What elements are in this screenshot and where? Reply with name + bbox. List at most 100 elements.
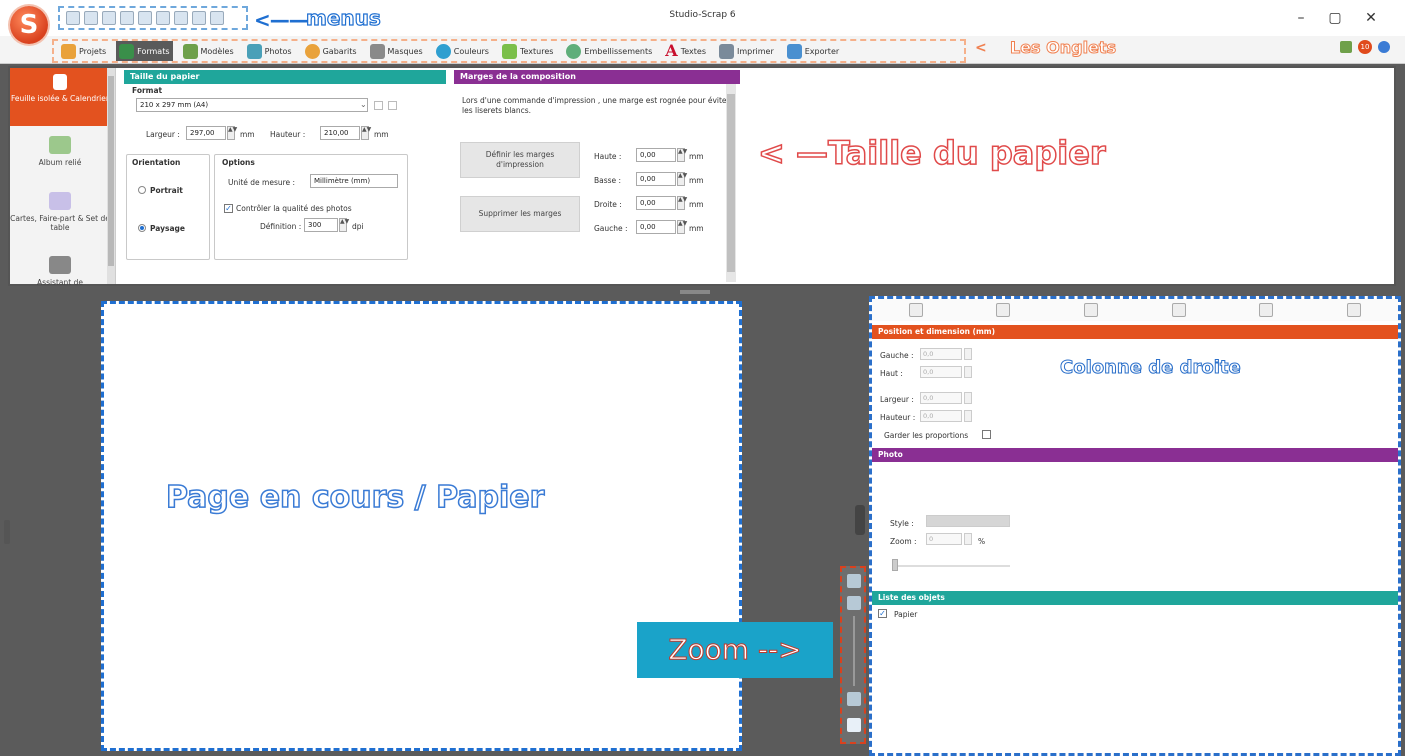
tab-gabarits[interactable]: Gabarits xyxy=(302,41,360,61)
templates-icon xyxy=(304,43,320,59)
tab-textes[interactable]: A Textes xyxy=(662,41,709,61)
tab-photos[interactable]: Photos xyxy=(244,41,295,61)
chevron-down-icon[interactable]: ⌄ xyxy=(360,100,367,109)
nav-scrollbar[interactable] xyxy=(107,68,115,284)
margin-top-spinner[interactable]: ▲▼ xyxy=(677,148,687,162)
current-page-canvas[interactable] xyxy=(101,301,742,751)
height-unit: mm xyxy=(374,130,389,139)
tab-imprimer[interactable]: Imprimer xyxy=(716,41,777,61)
zoom-in-icon[interactable] xyxy=(847,596,861,610)
height-spinner[interactable]: ▲▼ xyxy=(361,126,371,140)
ribbon-scroll-thumb[interactable] xyxy=(727,94,735,272)
help-icon[interactable] xyxy=(1378,41,1390,53)
pen-icon[interactable] xyxy=(996,303,1011,317)
height-label: Hauteur : xyxy=(270,130,306,139)
shape-icon[interactable] xyxy=(1084,303,1099,317)
tab-masques[interactable]: Masques xyxy=(367,41,426,61)
gift-icon[interactable] xyxy=(1340,41,1352,53)
margin-left-input[interactable]: 0,00 xyxy=(636,220,676,234)
width-input[interactable]: 297,00 xyxy=(186,126,226,140)
definition-spinner[interactable]: ▲▼ xyxy=(339,218,349,232)
landscape-radio[interactable] xyxy=(138,224,146,232)
nav-label: Album relié xyxy=(38,158,82,167)
nav-label: Feuille isolée & Calendrier xyxy=(11,94,109,103)
pos-height-input[interactable]: 0,0 xyxy=(920,410,962,422)
definition-label: Définition : xyxy=(260,222,302,231)
nav-scroll-thumb[interactable] xyxy=(108,76,114,266)
photo-header[interactable]: Photo xyxy=(872,448,1398,462)
width-spinner[interactable]: ▲▼ xyxy=(227,126,237,140)
photo-zoom-input[interactable]: 0 xyxy=(926,533,962,545)
embellishments-icon xyxy=(566,43,582,59)
pos-left-label: Gauche : xyxy=(880,351,914,360)
fit-page-icon[interactable] xyxy=(847,574,861,588)
definition-input[interactable]: 300 xyxy=(304,218,338,232)
style-select[interactable] xyxy=(926,515,1010,527)
margin-right-spinner[interactable]: ▲▼ xyxy=(677,196,687,210)
pos-left-input[interactable]: 0,0 xyxy=(920,348,962,360)
pos-height-spinner[interactable] xyxy=(964,410,972,422)
paper-size-section: Taille du papier Format 210 x 297 mm (A4… xyxy=(124,70,446,282)
tab-projets[interactable]: Projets xyxy=(58,41,109,61)
margin-bottom-spinner[interactable]: ▲▼ xyxy=(677,172,687,186)
pos-top-input[interactable]: 0,0 xyxy=(920,366,962,378)
zoom-out-icon[interactable] xyxy=(847,692,861,706)
margin-right-input[interactable]: 0,00 xyxy=(636,196,676,210)
left-panel-handle[interactable] xyxy=(4,520,10,544)
objects-header[interactable]: Liste des objets xyxy=(872,591,1398,605)
tab-embellissements[interactable]: Embellissements xyxy=(563,41,655,61)
top-right-icons: 10 xyxy=(1340,40,1390,54)
app-logo-icon[interactable]: S xyxy=(10,6,48,44)
tab-modeles[interactable]: Modèles xyxy=(180,41,237,61)
tab-couleurs[interactable]: Couleurs xyxy=(433,41,492,61)
height-input[interactable]: 210,00 xyxy=(320,126,360,140)
layers-icon[interactable] xyxy=(1171,303,1186,317)
add-format-icon[interactable] xyxy=(374,101,383,110)
object-item-papier[interactable]: Papier xyxy=(894,610,917,619)
margin-bottom-input[interactable]: 0,00 xyxy=(636,172,676,186)
rotate-icon[interactable] xyxy=(908,303,923,317)
ribbon-scrollbar[interactable] xyxy=(726,84,736,282)
photo-zoom-thumb[interactable] xyxy=(892,559,898,571)
margin-top-input[interactable]: 0,00 xyxy=(636,148,676,162)
photo-zoom-spinner[interactable] xyxy=(964,533,972,545)
actual-size-icon[interactable] xyxy=(847,718,861,732)
object-checkbox[interactable]: ✓ xyxy=(878,609,887,618)
notification-badge[interactable]: 10 xyxy=(1358,40,1372,54)
quality-checkbox[interactable]: ✓ xyxy=(224,204,233,213)
pos-left-spinner[interactable] xyxy=(964,348,972,360)
tab-textures[interactable]: Textures xyxy=(499,41,556,61)
delete-format-icon[interactable] xyxy=(388,101,397,110)
panel-splitter[interactable] xyxy=(680,290,710,294)
pin-icon[interactable] xyxy=(1347,303,1362,317)
close-button[interactable]: ✕ xyxy=(1356,8,1386,28)
format-select[interactable]: 210 x 297 mm (A4) xyxy=(136,98,368,112)
tab-label: Textures xyxy=(519,46,554,56)
minimize-button[interactable]: – xyxy=(1286,8,1316,28)
position-header[interactable]: Position et dimension (mm) xyxy=(872,325,1398,339)
define-margins-button[interactable]: Définir les marges d'impression xyxy=(460,142,580,178)
unit-select[interactable]: Millimètre (mm) xyxy=(310,174,398,188)
portrait-radio[interactable] xyxy=(138,186,146,194)
zoom-slider[interactable] xyxy=(853,616,855,686)
nav-item-cards[interactable]: Cartes, Faire-part & Set de table xyxy=(10,192,110,232)
photo-zoom-slider[interactable] xyxy=(892,565,1010,567)
crop-icon[interactable] xyxy=(1259,303,1274,317)
nav-item-single-sheet[interactable]: Feuille isolée & Calendrier xyxy=(10,68,110,126)
margin-left-spinner[interactable]: ▲▼ xyxy=(677,220,687,234)
remove-margins-button[interactable]: Supprimer les marges xyxy=(460,196,580,232)
maximize-button[interactable]: ▢ xyxy=(1320,8,1350,28)
nav-item-album[interactable]: Album relié xyxy=(10,136,110,167)
nav-item-wizard[interactable]: Assistant de xyxy=(10,256,110,287)
tabs-annotation-arrow: < xyxy=(975,40,987,56)
pos-width-spinner[interactable] xyxy=(964,392,972,404)
tab-formats[interactable]: Formats xyxy=(116,41,173,61)
export-icon xyxy=(786,43,802,59)
paper-size-header: Taille du papier xyxy=(124,70,446,84)
pos-width-input[interactable]: 0,0 xyxy=(920,392,962,404)
tab-exporter[interactable]: Exporter xyxy=(784,41,842,61)
pos-top-spinner[interactable] xyxy=(964,366,972,378)
right-panel-handle[interactable] xyxy=(855,505,865,535)
keep-ratio-checkbox[interactable] xyxy=(982,430,991,439)
right-column: Position et dimension (mm) Colonne de dr… xyxy=(869,296,1401,756)
